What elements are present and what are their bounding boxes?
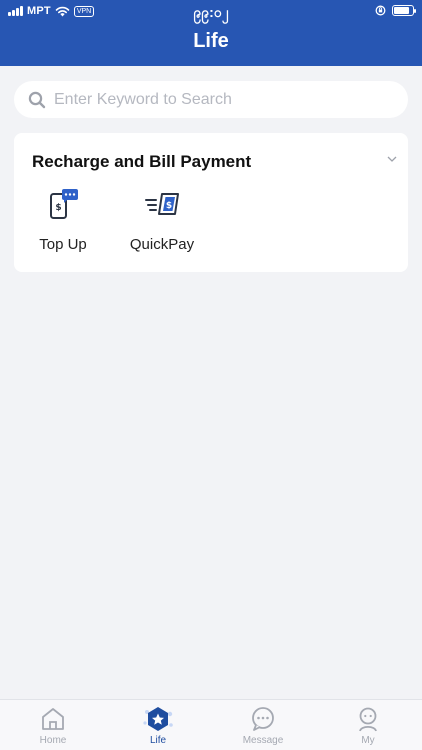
page-title: Life [193,30,229,52]
battery-fill [394,7,410,14]
tab-my[interactable]: My [333,706,403,746]
search-icon [28,91,46,108]
person-icon [359,707,377,732]
orientation-lock-icon [375,5,386,16]
svg-text:$: $ [55,203,61,213]
tab-home[interactable]: Home [18,706,88,746]
status-time: ၉၉:၀၂ [193,4,229,20]
message-icon [252,707,274,731]
battery-icon [392,5,416,16]
tab-bar: Home Life Message My [0,699,422,750]
tab-message[interactable]: Message [228,706,298,746]
search-bar[interactable] [14,81,408,118]
svg-text:$: $ [166,201,172,211]
quickpay-label: QuickPay [129,236,195,253]
chevron-down-icon[interactable] [386,153,398,165]
tab-life-label: Life [149,735,167,746]
search-input[interactable] [54,90,374,109]
home-icon [42,708,64,730]
recharge-section-card: Recharge and Bill Payment $ Top Up $ Qui… [14,133,408,272]
tab-life[interactable]: Life [123,706,193,746]
tab-my-label: My [361,735,375,746]
status-right [375,5,416,16]
top-up-label: Top Up [39,236,87,253]
section-title: Recharge and Bill Payment [32,152,252,171]
top-up-icon: $ [50,189,78,219]
tab-message-label: Message [242,735,284,746]
quickpay-icon: $ [145,193,179,215]
status-bar: MPT VPN ၉၉:၀၂ [0,0,422,24]
quickpay-button[interactable]: $ QuickPay [122,188,202,253]
life-icon [143,707,173,731]
top-header: MPT VPN ၉၉:၀၂ Life [0,0,422,66]
tab-home-label: Home [39,735,67,746]
top-up-button[interactable]: $ Top Up [23,188,103,253]
